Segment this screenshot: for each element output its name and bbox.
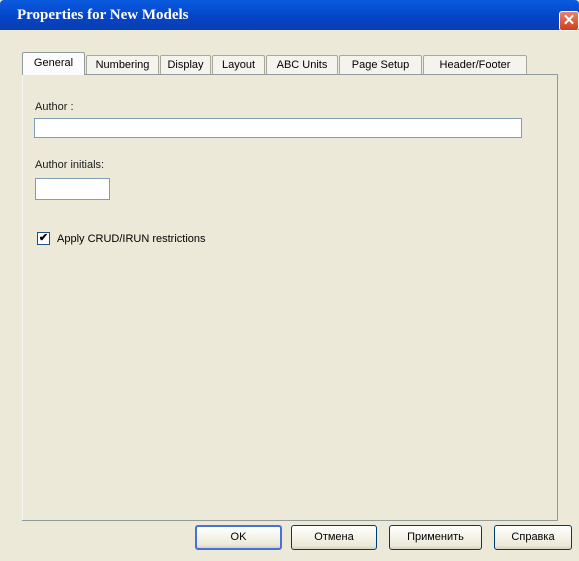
- crud-restrictions-label[interactable]: Apply CRUD/IRUN restrictions: [57, 233, 206, 245]
- window-title: Properties for New Models: [17, 7, 189, 23]
- tab-header-footer[interactable]: Header/Footer: [423, 55, 527, 74]
- author-field[interactable]: [34, 118, 522, 138]
- tab-layout-label: Layout: [221, 59, 256, 71]
- tab-page-setup-label: Page Setup: [351, 59, 410, 71]
- tab-abc-units[interactable]: ABC Units: [266, 55, 338, 74]
- tab-display[interactable]: Display: [160, 55, 211, 74]
- tab-display-label: Display: [167, 59, 204, 71]
- author-initials-field[interactable]: [35, 178, 110, 200]
- author-initials-label: Author initials:: [35, 159, 105, 171]
- tab-numbering[interactable]: Numbering: [86, 55, 159, 74]
- close-icon: ✕: [562, 12, 576, 29]
- tab-layout[interactable]: Layout: [212, 55, 265, 74]
- tab-general[interactable]: General: [22, 52, 85, 75]
- close-button[interactable]: ✕: [559, 11, 579, 31]
- checkmark-icon: ✔: [38, 232, 49, 244]
- tab-header-footer-label: Header/Footer: [439, 59, 511, 71]
- cancel-button[interactable]: Отмена: [291, 525, 377, 550]
- tab-numbering-label: Numbering: [95, 59, 150, 71]
- author-label: Author :: [35, 101, 74, 113]
- properties-dialog: Properties for New Models ✕ General Numb…: [0, 0, 579, 561]
- title-bar[interactable]: Properties for New Models ✕: [0, 0, 579, 31]
- apply-button[interactable]: Применить: [389, 525, 482, 550]
- crud-restrictions-checkbox[interactable]: ✔: [37, 232, 50, 245]
- tab-panel-general: [22, 74, 558, 521]
- tab-general-label: General: [33, 57, 74, 69]
- tab-page-setup[interactable]: Page Setup: [339, 55, 422, 74]
- ok-button[interactable]: OK: [195, 525, 282, 550]
- help-button[interactable]: Справка: [494, 525, 572, 550]
- panel-divider: [22, 520, 558, 521]
- tab-abc-units-label: ABC Units: [276, 59, 328, 71]
